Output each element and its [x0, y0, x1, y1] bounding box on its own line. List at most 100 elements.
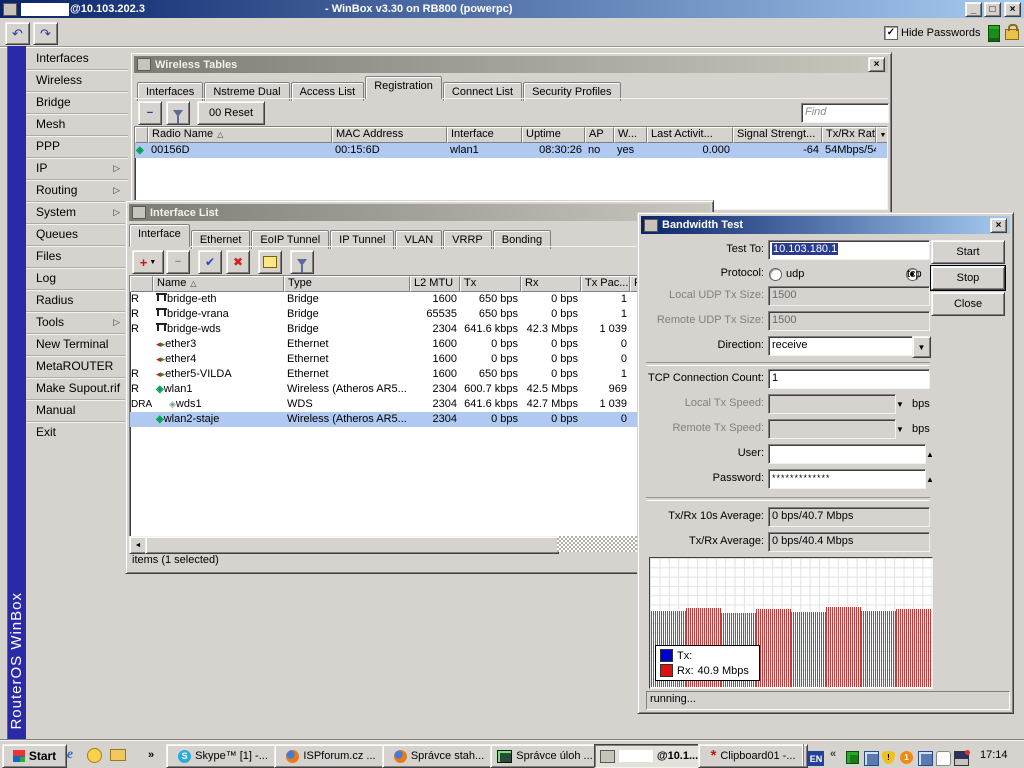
task-clipboard01[interactable]: * Clipboard01 -... — [698, 744, 808, 768]
close-button[interactable]: × — [1004, 2, 1021, 17]
dropdown-arrow-icon[interactable]: ▼ — [896, 425, 904, 434]
sidebar-item-queues[interactable]: Queues — [26, 223, 128, 245]
task-task-manager[interactable]: Správce úloh ... — [490, 744, 600, 768]
network-traffic-icon[interactable] — [846, 751, 859, 764]
task-download-manager[interactable]: Správce stah... — [382, 744, 496, 768]
sidebar-item-tools[interactable]: Tools▷ — [26, 311, 128, 333]
task-skype[interactable]: S Skype™ [1] -... — [166, 744, 280, 768]
sidebar-item-interfaces[interactable]: Interfaces — [26, 48, 128, 69]
interface-row[interactable]: ether4 Ethernet 1600 0 bps 0 bps 0 — [130, 352, 709, 367]
security-alert-shield-icon[interactable]: ! — [882, 751, 895, 764]
interface-list-titlebar[interactable]: Interface List — [129, 204, 710, 221]
filter-button[interactable] — [290, 250, 314, 274]
clock-launcher-icon[interactable] — [86, 747, 102, 763]
user-input[interactable] — [768, 444, 926, 464]
test-to-input[interactable]: 10.103.180.1 — [768, 240, 930, 260]
sidebar-item-metarouter[interactable]: MetaROUTER — [26, 355, 128, 377]
add-button[interactable]: +▼ — [132, 250, 164, 274]
interface-row[interactable]: R ether5-VILDA Ethernet 1600 650 bps 0 b… — [130, 367, 709, 382]
column-last-activity[interactable]: Last Activit... — [647, 127, 733, 143]
interface-row[interactable]: R bridge-wds Bridge 2304 641.6 kbps 42.3… — [130, 322, 709, 337]
column-flags[interactable] — [130, 276, 153, 292]
sidebar-item-new-terminal[interactable]: New Terminal — [26, 333, 128, 355]
find-input[interactable]: Find — [801, 103, 889, 123]
password-input[interactable]: ************* — [768, 469, 926, 489]
start-button[interactable]: Start — [931, 240, 1005, 264]
interface-row[interactable]: ether3 Ethernet 1600 0 bps 0 bps 0 — [130, 337, 709, 352]
task-ispforum[interactable]: ISPforum.cz ... — [274, 744, 388, 768]
wireless-tables-close-icon[interactable]: × — [868, 57, 885, 72]
column-tx-packet[interactable]: Tx Pac... — [581, 276, 630, 292]
column-signal-strength[interactable]: Signal Strengt... — [733, 127, 822, 143]
folder-launcher-icon[interactable] — [110, 747, 126, 763]
column-icon[interactable] — [135, 127, 148, 143]
hide-passwords-checkbox[interactable]: ✓ — [884, 26, 898, 40]
spin-up-icon[interactable]: ▲ — [926, 450, 934, 459]
dropdown-arrow-icon[interactable]: ▼ — [896, 400, 904, 409]
minimize-button[interactable]: _ — [965, 2, 982, 17]
column-interface[interactable]: Interface — [447, 127, 522, 143]
network-connection-icon[interactable] — [864, 751, 879, 766]
sidebar-item-ip[interactable]: IP▷ — [26, 157, 128, 179]
sidebar-item-routing[interactable]: Routing▷ — [26, 179, 128, 201]
interface-row[interactable]: R bridge-eth Bridge 1600 650 bps 0 bps 1 — [130, 292, 709, 307]
restore-button[interactable]: □ — [984, 2, 1001, 17]
horizontal-scrollbar[interactable]: ◄ — [129, 536, 710, 552]
sidebar-item-log[interactable]: Log — [26, 267, 128, 289]
column-w[interactable]: W... — [614, 127, 647, 143]
remove-button[interactable]: − — [138, 101, 162, 125]
scrollbar-thumb[interactable] — [145, 536, 559, 554]
comment-button[interactable] — [258, 250, 282, 274]
sidebar-item-radius[interactable]: Radius — [26, 289, 128, 311]
stop-button[interactable]: Stop — [931, 266, 1005, 290]
filter-button[interactable] — [166, 101, 190, 125]
column-rx[interactable]: Rx — [521, 276, 581, 292]
tray-clock[interactable]: 17:14 — [980, 749, 1008, 761]
internet-explorer-icon[interactable]: e — [62, 747, 78, 763]
tray-collapse-chevron[interactable]: « — [830, 748, 836, 760]
remove-button[interactable]: − — [166, 250, 190, 274]
column-tx-rx-rate[interactable]: Tx/Rx Rate — [822, 127, 876, 143]
quick-launch-overflow-chevron[interactable]: » — [148, 749, 154, 761]
network-connection-icon[interactable] — [918, 751, 933, 766]
column-radio-name[interactable]: Radio Name△ — [148, 127, 332, 143]
registration-row[interactable]: ◈ 00156D 00:15:6D wlan1 08:30:26 no yes … — [135, 143, 887, 158]
task-winbox-active[interactable]: @10.1... — [594, 744, 704, 768]
direction-select[interactable]: receive — [768, 336, 915, 356]
bandwidth-test-titlebar[interactable]: Bandwidth Test × — [641, 216, 1010, 234]
column-type[interactable]: Type — [284, 276, 410, 292]
interface-row[interactable]: DRA ◈wds1 WDS 2304 641.6 kbps 42.7 Mbps … — [130, 397, 709, 412]
interface-row[interactable]: R bridge-vrana Bridge 65535 650 bps 0 bp… — [130, 307, 709, 322]
sidebar-item-make-supout[interactable]: Make Supout.rif — [26, 377, 128, 399]
language-indicator[interactable]: EN — [808, 751, 824, 766]
sidebar-item-bridge[interactable]: Bridge — [26, 91, 128, 113]
spin-up-icon[interactable]: ▲ — [926, 475, 934, 484]
column-uptime[interactable]: Uptime — [522, 127, 585, 143]
sidebar-item-ppp[interactable]: PPP — [26, 135, 128, 157]
tcp-connection-count-input[interactable]: 1 — [768, 369, 930, 389]
sidebar-item-mesh[interactable]: Mesh — [26, 113, 128, 135]
column-mac-address[interactable]: MAC Address — [332, 127, 447, 143]
wireless-tables-titlebar[interactable]: Wireless Tables × — [134, 56, 888, 73]
column-name[interactable]: Name△ — [153, 276, 284, 292]
sidebar-item-exit[interactable]: Exit — [26, 421, 128, 443]
close-button[interactable]: Close — [931, 292, 1005, 316]
network-activity-icon[interactable] — [954, 751, 969, 766]
undo-button[interactable]: ↶ — [5, 22, 30, 45]
tab-interface[interactable]: Interface — [129, 224, 190, 247]
protocol-udp-radio[interactable] — [769, 268, 782, 281]
messenger-icon[interactable] — [936, 751, 951, 766]
disable-button[interactable]: ✖ — [226, 250, 250, 274]
column-ap[interactable]: AP — [585, 127, 614, 143]
sidebar-item-manual[interactable]: Manual — [26, 399, 128, 421]
column-menu-button[interactable]: ▼ — [876, 127, 888, 143]
sidebar-item-wireless[interactable]: Wireless — [26, 69, 128, 91]
start-button[interactable]: Start — [2, 744, 67, 768]
enable-button[interactable]: ✔ — [198, 250, 222, 274]
interface-row-selected[interactable]: ◈wlan2-staje Wireless (Atheros AR5... 23… — [130, 412, 709, 427]
bandwidth-test-close-icon[interactable]: × — [990, 218, 1007, 233]
update-notification-icon[interactable]: 1 — [900, 751, 913, 764]
column-tx[interactable]: Tx — [460, 276, 521, 292]
interface-row[interactable]: R ◈wlan1 Wireless (Atheros AR5... 2304 6… — [130, 382, 709, 397]
sidebar-item-files[interactable]: Files — [26, 245, 128, 267]
